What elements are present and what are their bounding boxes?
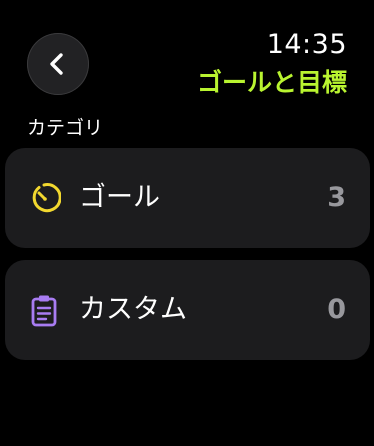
back-button[interactable] bbox=[27, 33, 89, 95]
category-label-goal: ゴール bbox=[79, 182, 160, 213]
clock-time: 14:35 bbox=[266, 29, 347, 60]
section-label-categories: カテゴリ bbox=[27, 117, 104, 139]
page-title: ゴールと目標 bbox=[196, 68, 347, 97]
category-row-custom[interactable]: カスタム 0 bbox=[5, 260, 370, 360]
timer-icon bbox=[27, 181, 61, 215]
clipboard-icon bbox=[27, 293, 61, 327]
category-count-goal: 3 bbox=[327, 182, 346, 213]
category-label-custom: カスタム bbox=[79, 294, 187, 325]
chevron-left-icon bbox=[50, 53, 63, 75]
category-row-goal[interactable]: ゴール 3 bbox=[5, 148, 370, 248]
category-count-custom: 0 bbox=[327, 294, 346, 325]
